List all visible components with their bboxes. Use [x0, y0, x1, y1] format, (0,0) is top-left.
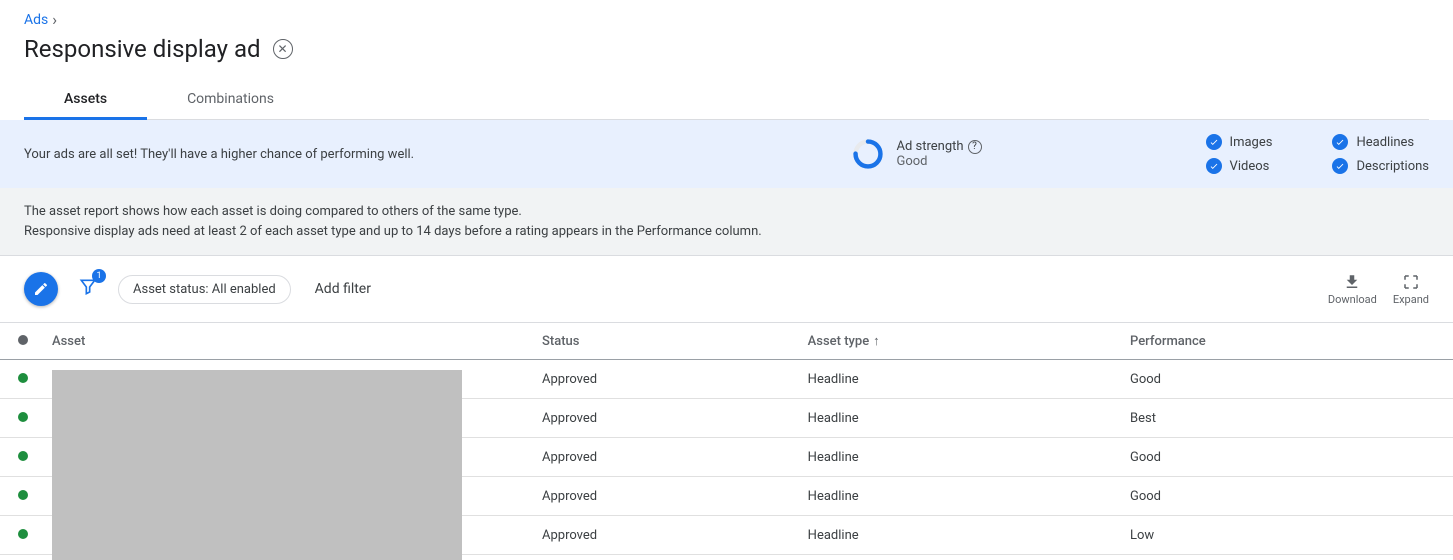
chevron-right-icon: › — [52, 10, 57, 29]
page-title: Responsive display ad — [24, 35, 261, 63]
report-note: The asset report shows how each asset is… — [0, 188, 1453, 256]
edit-fab-button[interactable] — [24, 272, 58, 306]
remove-ad-button[interactable]: ✕ — [273, 39, 293, 59]
col-performance[interactable]: Performance — [1118, 323, 1453, 360]
status-dot-icon — [18, 335, 28, 345]
table-row[interactable]: ApprovedHeadlineGood — [0, 360, 1453, 399]
cell-asset-type: Headline — [796, 360, 1118, 399]
add-filter-button[interactable]: Add filter — [315, 281, 371, 297]
assets-table: Asset Status Asset type↑ Performance App… — [0, 322, 1453, 555]
check-videos: Videos — [1206, 158, 1273, 174]
download-icon — [1343, 273, 1361, 291]
col-asset[interactable]: Asset — [40, 323, 530, 360]
tab-assets[interactable]: Assets — [24, 81, 147, 119]
expand-icon — [1402, 273, 1420, 291]
filter-button[interactable]: 1 — [74, 273, 102, 305]
ad-strength-donut-icon — [852, 138, 884, 170]
col-asset-type[interactable]: Asset type↑ — [796, 323, 1118, 360]
pencil-icon — [33, 281, 49, 297]
enabled-dot-icon — [18, 490, 28, 500]
checkmark-icon — [1206, 134, 1222, 150]
cell-performance: Low — [1118, 516, 1453, 555]
cell-status: Approved — [530, 516, 796, 555]
cell-performance: Good — [1118, 360, 1453, 399]
ad-strength-label: Ad strength — [896, 139, 963, 154]
checkmark-icon — [1206, 158, 1222, 174]
check-descriptions: Descriptions — [1332, 158, 1429, 174]
toolbar: 1 Asset status: All enabled Add filter D… — [0, 256, 1453, 322]
cell-status: Approved — [530, 477, 796, 516]
ad-strength-message: Your ads are all set! They'll have a hig… — [24, 147, 828, 162]
col-status[interactable]: Status — [530, 323, 796, 360]
help-icon[interactable]: ? — [968, 140, 982, 154]
cell-performance: Best — [1118, 399, 1453, 438]
enabled-dot-icon — [18, 412, 28, 422]
checkmark-icon — [1332, 134, 1348, 150]
cell-asset-type: Headline — [796, 477, 1118, 516]
download-button[interactable]: Download — [1328, 273, 1377, 306]
cell-performance: Good — [1118, 477, 1453, 516]
col-status-indicator[interactable] — [0, 323, 40, 360]
check-headlines: Headlines — [1332, 134, 1429, 150]
sort-ascending-icon: ↑ — [873, 334, 880, 349]
ad-strength-bar: Your ads are all set! They'll have a hig… — [0, 120, 1453, 188]
cell-asset-type: Headline — [796, 438, 1118, 477]
filter-chip-asset-status[interactable]: Asset status: All enabled — [118, 275, 291, 304]
cell-status: Approved — [530, 399, 796, 438]
tab-combinations[interactable]: Combinations — [147, 81, 314, 119]
check-images: Images — [1206, 134, 1273, 150]
cell-performance: Good — [1118, 438, 1453, 477]
breadcrumb: Ads › — [24, 10, 1429, 29]
tabs: Assets Combinations — [24, 81, 1429, 120]
cell-status: Approved — [530, 438, 796, 477]
ad-strength-rating: Good — [896, 154, 981, 169]
enabled-dot-icon — [18, 451, 28, 461]
filter-badge: 1 — [92, 269, 106, 283]
cell-asset-type: Headline — [796, 399, 1118, 438]
breadcrumb-parent-link[interactable]: Ads — [24, 12, 48, 28]
cell-status: Approved — [530, 360, 796, 399]
cell-asset-type: Headline — [796, 516, 1118, 555]
enabled-dot-icon — [18, 373, 28, 383]
expand-button[interactable]: Expand — [1393, 273, 1429, 306]
checkmark-icon — [1332, 158, 1348, 174]
